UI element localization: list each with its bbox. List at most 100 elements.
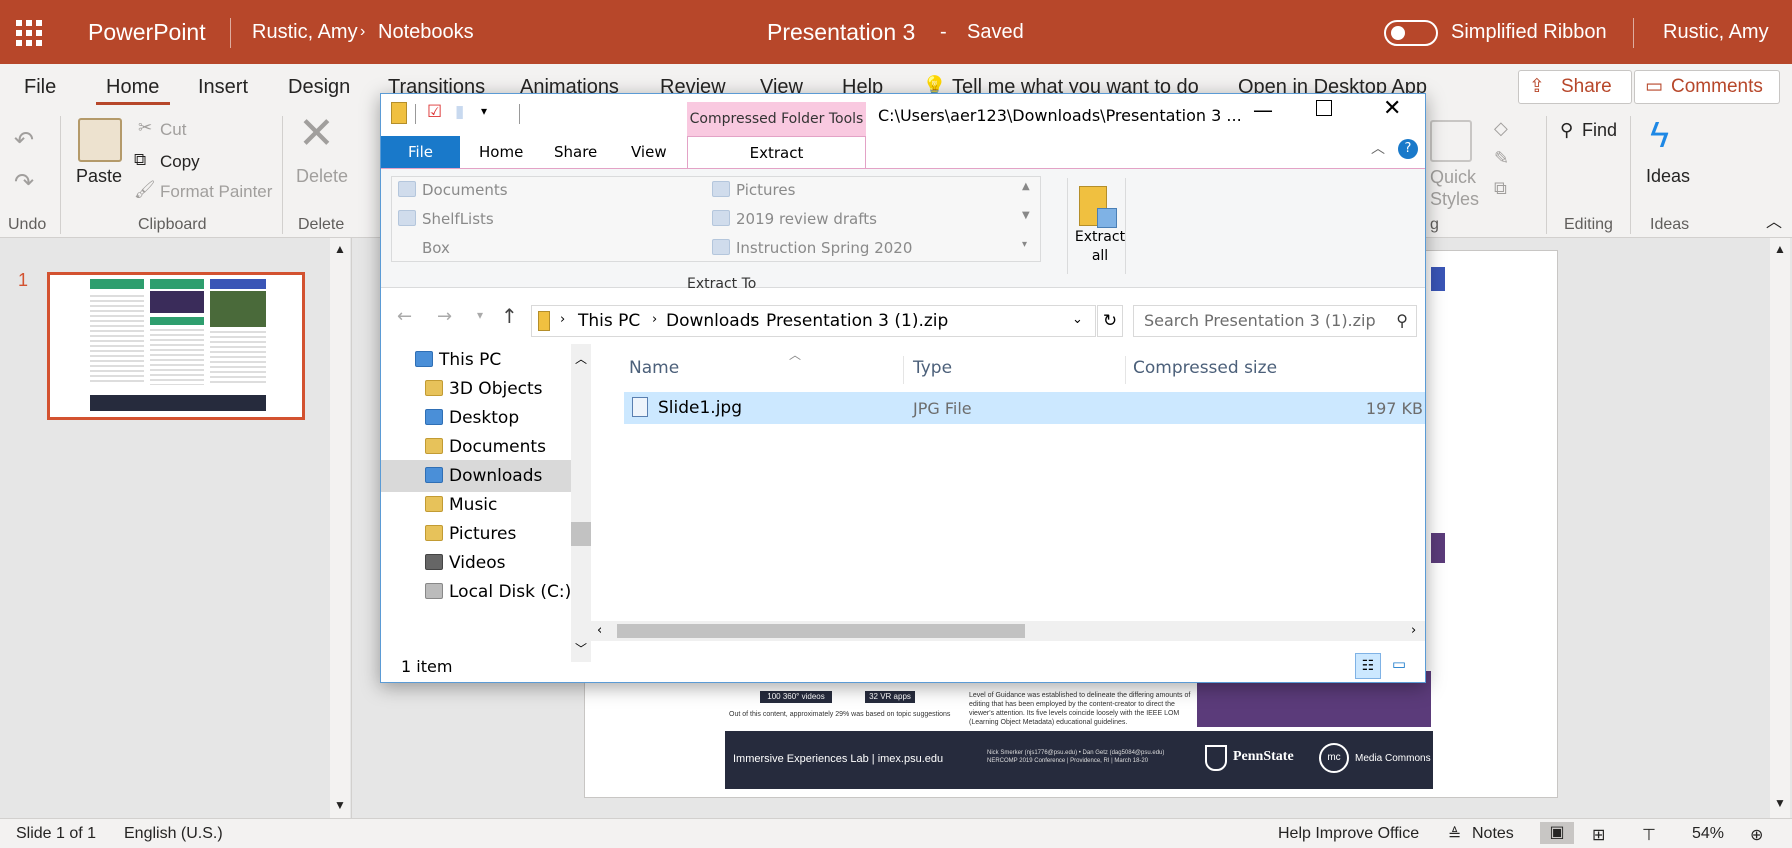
redo-icon[interactable]: ↷ xyxy=(14,168,34,197)
address-downloads[interactable]: Downloads xyxy=(666,311,759,331)
media-commons-text: Media Commons xyxy=(1355,753,1431,764)
paste-button[interactable]: Paste xyxy=(76,166,122,187)
fit-to-window-icon[interactable]: ⊕ xyxy=(1750,825,1763,845)
nav-3d-objects[interactable]: 3D Objects xyxy=(381,373,571,405)
share-icon: ⇪ xyxy=(1529,76,1545,97)
nav-this-pc[interactable]: This PC xyxy=(381,344,571,376)
simplified-ribbon-toggle[interactable] xyxy=(1384,20,1438,46)
breadcrumb-user[interactable]: Rustic, Amy xyxy=(252,0,358,64)
chevron-right-icon: › xyxy=(750,312,756,327)
tab-extract[interactable]: Extract xyxy=(687,136,866,169)
details-view-icon[interactable]: ☷ xyxy=(1355,653,1381,679)
editor-scrollbar[interactable]: ▲ ▼ xyxy=(1770,238,1790,818)
document-title[interactable]: Presentation 3 xyxy=(767,0,915,64)
help-improve-office[interactable]: Help Improve Office xyxy=(1278,825,1419,843)
image-file-icon xyxy=(632,397,648,417)
delete-button[interactable]: Delete xyxy=(296,166,348,187)
large-icons-view-icon[interactable]: ▭ xyxy=(1387,655,1411,677)
zip-folder-icon xyxy=(538,311,550,331)
extract-to-documents[interactable]: Documents xyxy=(398,181,508,199)
extract-to-box[interactable]: Box xyxy=(398,239,450,257)
file-row[interactable]: Slide1.jpg JPG File 197 KB xyxy=(624,392,1425,424)
language-indicator[interactable]: English (U.S.) xyxy=(124,825,223,843)
nav-downloads[interactable]: Downloads xyxy=(381,460,571,492)
nav-documents[interactable]: Documents xyxy=(381,431,571,463)
extract-to-shelflists[interactable]: ShelfLists xyxy=(398,210,494,228)
address-bar[interactable]: › This PC › Downloads › Presentation 3 (… xyxy=(531,305,1096,337)
address-this-pc[interactable]: This PC xyxy=(578,311,640,331)
tab-view[interactable]: View xyxy=(631,143,667,161)
app-launcher-icon[interactable] xyxy=(14,18,42,46)
format-painter-button[interactable]: Format Painter xyxy=(160,182,272,202)
folder-icon xyxy=(398,239,416,255)
undo-icon[interactable]: ↶ xyxy=(14,126,34,155)
shape-outline-icon[interactable]: ✎ xyxy=(1494,148,1509,169)
slide-thumbnail[interactable] xyxy=(47,272,305,420)
qat-dropdown-icon[interactable]: ▾ xyxy=(481,104,487,118)
normal-view-icon[interactable]: ▣ xyxy=(1540,822,1574,844)
pennstate-logo-text: PennState xyxy=(1233,749,1294,764)
breadcrumb-folder[interactable]: Notebooks xyxy=(378,0,474,64)
new-folder-icon[interactable]: ▮ xyxy=(455,102,464,122)
nav-videos[interactable]: Videos xyxy=(381,547,571,579)
tab-design[interactable]: Design xyxy=(288,64,350,108)
address-zip[interactable]: Presentation 3 (1).zip xyxy=(766,311,948,331)
back-button[interactable]: ← xyxy=(397,306,412,327)
column-type[interactable]: Type xyxy=(913,358,952,378)
tab-insert[interactable]: Insert xyxy=(198,64,248,108)
nav-music[interactable]: Music xyxy=(381,489,571,521)
tab-share[interactable]: Share xyxy=(554,143,597,161)
column-compressed-size[interactable]: Compressed size xyxy=(1133,358,1277,378)
zoom-level[interactable]: 54% xyxy=(1692,825,1724,843)
gallery-up-icon[interactable]: ▲ xyxy=(1022,181,1030,192)
nav-local-disk[interactable]: Local Disk (C:) xyxy=(381,576,571,608)
tab-file[interactable]: File xyxy=(381,136,460,168)
user-name[interactable]: Rustic, Amy xyxy=(1663,0,1769,64)
slides-pane-scrollbar[interactable]: ▲ ▼ xyxy=(330,238,350,818)
footer-lab-text: Immersive Experiences Lab | imex.psu.edu xyxy=(733,753,944,765)
nav-desktop[interactable]: Desktop xyxy=(381,402,571,434)
minimize-ribbon-icon[interactable]: ︿ xyxy=(1371,138,1385,158)
copy-button[interactable]: Copy xyxy=(160,152,200,172)
title-separator: - xyxy=(940,21,947,43)
nav-pane-scrollbar[interactable]: ︿ ﹀ xyxy=(571,344,591,662)
forward-button[interactable]: → xyxy=(437,306,452,327)
extract-to-2019-review[interactable]: 2019 review drafts xyxy=(712,210,877,228)
tab-home[interactable]: Home xyxy=(479,143,523,161)
properties-icon[interactable]: ☑ xyxy=(427,102,442,122)
gallery-more-icon[interactable]: ▾ xyxy=(1022,239,1027,250)
column-name[interactable]: Name xyxy=(629,358,679,378)
share-button[interactable]: ⇪ Share xyxy=(1518,70,1632,104)
up-button[interactable]: ↑ xyxy=(501,304,518,328)
notes-button[interactable]: Notes xyxy=(1472,825,1514,843)
active-tab-indicator xyxy=(96,102,170,105)
maximize-button[interactable] xyxy=(1316,100,1332,116)
ideas-button[interactable]: Ideas xyxy=(1646,166,1690,187)
comments-button[interactable]: ▭ Comments xyxy=(1634,70,1780,104)
refresh-icon[interactable]: ↻ xyxy=(1097,305,1123,337)
extract-to-instruction[interactable]: Instruction Spring 2020 xyxy=(712,239,912,257)
recent-locations-icon[interactable]: ▾ xyxy=(477,308,483,322)
close-button[interactable]: ✕ xyxy=(1383,96,1401,121)
tab-file[interactable]: File xyxy=(24,64,56,108)
shape-fill-icon[interactable]: ◇ xyxy=(1494,118,1508,139)
minimize-button[interactable]: — xyxy=(1253,98,1273,122)
app-name[interactable]: PowerPoint xyxy=(88,0,206,64)
file-list-hscrollbar[interactable]: ‹ › xyxy=(591,621,1425,641)
reading-view-icon[interactable]: ⊤ xyxy=(1642,825,1656,845)
slide-sorter-icon[interactable]: ⊞ xyxy=(1592,825,1605,845)
extract-to-pictures[interactable]: Pictures xyxy=(712,181,795,199)
address-dropdown-icon[interactable]: ⌄ xyxy=(1072,312,1083,327)
find-button[interactable]: Find xyxy=(1582,120,1617,141)
help-icon[interactable]: ? xyxy=(1398,139,1418,159)
collapse-ribbon-icon[interactable]: ︿ xyxy=(1766,208,1782,232)
folder-icon xyxy=(712,210,730,226)
arrange-icon[interactable]: ⧉ xyxy=(1494,178,1507,199)
cut-button[interactable]: Cut xyxy=(160,120,186,140)
paste-icon[interactable] xyxy=(78,118,122,162)
gallery-down-icon[interactable]: ▼ xyxy=(1022,210,1030,221)
clipboard-group-label: Clipboard xyxy=(138,216,207,233)
nav-pictures[interactable]: Pictures xyxy=(381,518,571,550)
extract-all-icon xyxy=(1073,180,1125,234)
search-box[interactable]: Search Presentation 3 (1).zip ⚲ xyxy=(1133,305,1417,337)
